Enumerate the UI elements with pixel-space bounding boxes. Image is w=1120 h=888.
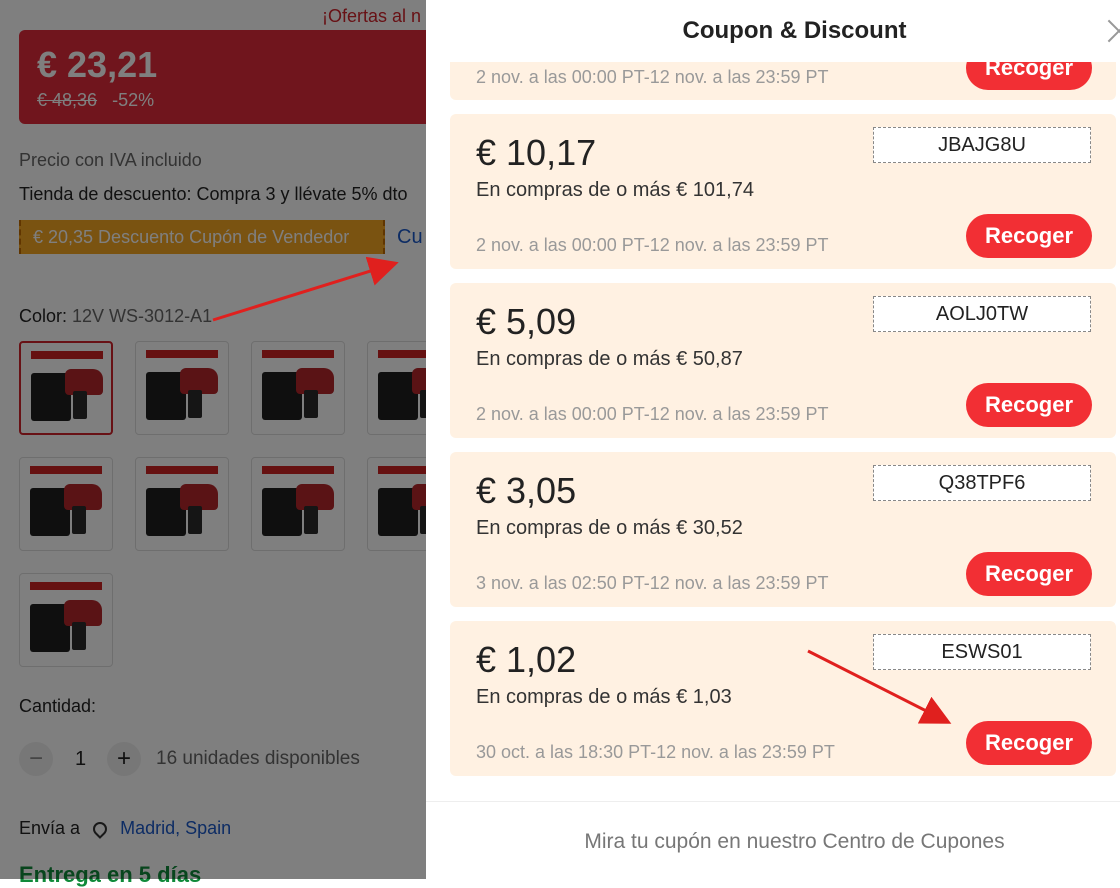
coupon-code[interactable]: AOLJ0TW [873, 296, 1091, 332]
coupon-card: € 5,09 En compras de o más € 50,87 2 nov… [450, 283, 1116, 438]
collect-coupon-button[interactable]: Recoger [966, 214, 1092, 258]
coupon-list[interactable]: 2 nov. a las 00:00 PT-12 nov. a las 23:5… [450, 62, 1116, 802]
collect-coupon-button[interactable]: Recoger [966, 62, 1092, 90]
coupon-validity: 2 nov. a las 00:00 PT-12 nov. a las 23:5… [476, 404, 829, 424]
coupon-validity: 3 nov. a las 02:50 PT-12 nov. a las 23:5… [476, 573, 829, 593]
coupon-card: € 1,02 En compras de o más € 1,03 30 oct… [450, 621, 1116, 776]
coupon-minimum: En compras de o más € 30,52 [476, 517, 743, 539]
coupon-minimum: En compras de o más € 50,87 [476, 348, 743, 370]
coupon-code[interactable]: Q38TPF6 [873, 465, 1091, 501]
coupon-validity: 30 oct. a las 18:30 PT-12 nov. a las 23:… [476, 742, 835, 762]
coupon-card: 2 nov. a las 00:00 PT-12 nov. a las 23:5… [450, 62, 1116, 100]
coupon-drawer: Coupon & Discount 2 nov. a las 00:00 PT-… [426, 0, 1120, 879]
collect-coupon-button[interactable]: Recoger [966, 383, 1092, 427]
collect-coupon-button[interactable]: Recoger [966, 552, 1092, 596]
coupon-minimum: En compras de o más € 1,03 [476, 686, 732, 708]
collect-coupon-button[interactable]: Recoger [966, 721, 1092, 765]
coupon-amount: € 5,09 [476, 301, 577, 342]
coupon-amount: € 3,05 [476, 470, 577, 511]
drawer-footer: Mira tu cupón en nuestro Centro de Cupon… [426, 801, 1120, 879]
close-icon[interactable] [1108, 16, 1120, 46]
coupon-amount: € 10,17 [476, 132, 597, 173]
coupon-minimum: En compras de o más € 101,74 [476, 179, 754, 201]
coupon-card: € 3,05 En compras de o más € 30,52 3 nov… [450, 452, 1116, 607]
coupon-amount: € 1,02 [476, 639, 577, 680]
drawer-title: Coupon & Discount [682, 17, 907, 44]
coupon-validity: 2 nov. a las 00:00 PT-12 nov. a las 23:5… [476, 67, 829, 87]
coupon-code[interactable]: JBAJG8U [873, 127, 1091, 163]
coupon-center-link[interactable]: Mira tu cupón en nuestro Centro de Cupon… [426, 830, 1120, 854]
coupon-card: € 10,17 En compras de o más € 101,74 2 n… [450, 114, 1116, 269]
coupon-code[interactable]: ESWS01 [873, 634, 1091, 670]
coupon-validity: 2 nov. a las 00:00 PT-12 nov. a las 23:5… [476, 235, 829, 255]
